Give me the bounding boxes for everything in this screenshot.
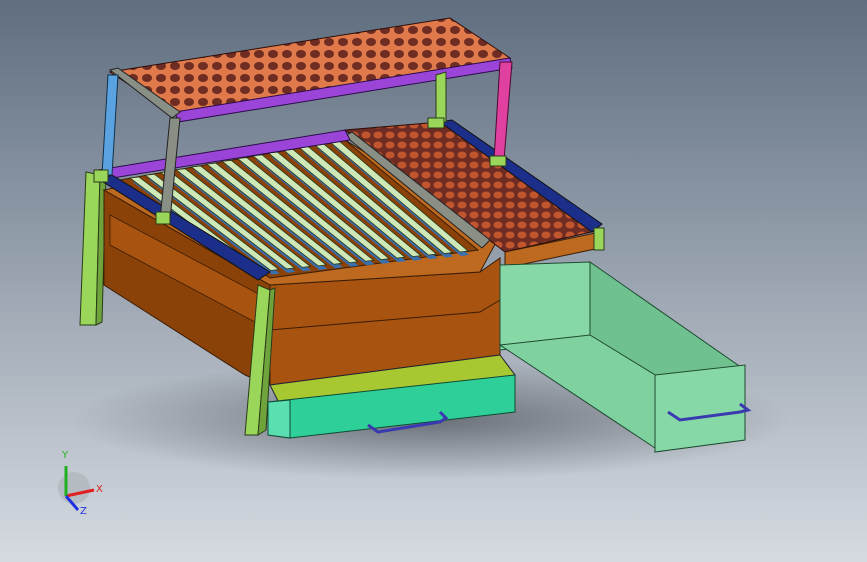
triad-z-label: Z [80,506,87,517]
triad-sphere [58,472,90,504]
bracket-right [489,155,507,167]
cad-graphics-viewport[interactable]: X Y Z [0,0,867,562]
triad-y-label: Y [61,450,69,461]
triad-x-label: X [96,484,103,495]
lower-drawer-face [267,399,291,439]
shelf-post-back-right [435,71,447,125]
cad-scene[interactable]: X Y Z [0,0,867,562]
side-drawer-front [654,364,746,453]
bracket-mid [427,117,445,129]
bracket-drawer [593,227,605,251]
bracket-front-left [155,211,171,225]
bracket-back-left [93,169,109,183]
